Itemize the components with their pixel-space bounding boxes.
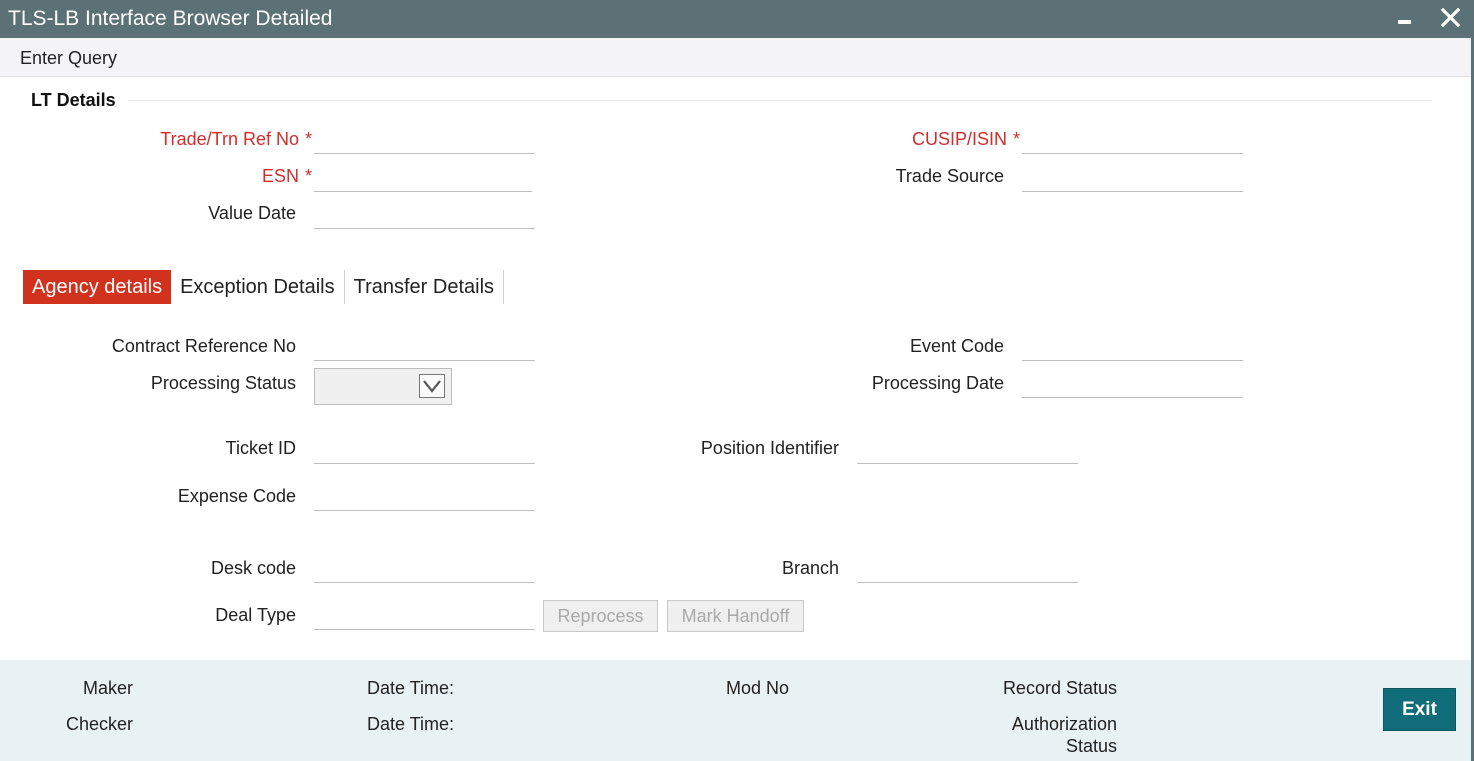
deal-type-input[interactable]	[314, 606, 535, 630]
tab-exception-details[interactable]: Exception Details	[171, 270, 345, 304]
position-identifier-label: Position Identifier	[700, 438, 839, 458]
checker-date-time-label: Date Time:	[367, 714, 455, 734]
desk-code-input[interactable]	[314, 559, 535, 583]
cusip-label: CUSIP/ISIN *	[800, 129, 1020, 150]
window-title: TLS-LB Interface Browser Detailed	[8, 7, 333, 30]
position-identifier-input[interactable]	[857, 440, 1078, 464]
detail-tabs: Agency details Exception Details Transfe…	[23, 270, 505, 304]
trade-source-label: Trade Source	[895, 166, 1004, 186]
tab-transfer-details[interactable]: Transfer Details	[345, 270, 505, 304]
mark-handoff-button[interactable]: Mark Handoff	[667, 600, 804, 632]
ticket-id-input[interactable]	[314, 440, 535, 464]
close-button[interactable]	[1436, 4, 1466, 32]
checker-label: Checker	[65, 714, 133, 734]
exit-button[interactable]: Exit	[1383, 688, 1456, 731]
menu-bar: Enter Query	[0, 38, 1474, 77]
deal-type-label: Deal Type	[215, 605, 296, 625]
required-marker: *	[1012, 129, 1020, 149]
maker-label: Maker	[82, 678, 133, 698]
desk-code-label: Desk code	[210, 558, 296, 578]
value-date-input[interactable]	[314, 205, 535, 229]
enter-query-menu[interactable]: Enter Query	[20, 48, 117, 69]
section-divider	[128, 100, 1432, 101]
esn-input[interactable]	[314, 168, 532, 192]
maker-date-time-label: Date Time:	[367, 678, 455, 698]
required-marker: *	[304, 129, 312, 149]
minimize-button[interactable]	[1390, 4, 1420, 32]
branch-label: Branch	[781, 558, 839, 578]
expense-code-label: Expense Code	[177, 486, 296, 506]
authorization-label: Authorization	[1011, 714, 1117, 734]
contract-ref-label: Contract Reference No	[111, 336, 296, 356]
processing-date-label: Processing Date	[871, 373, 1004, 393]
mod-no-label: Mod No	[725, 678, 789, 698]
cusip-label-text: CUSIP/ISIN	[911, 129, 1007, 149]
esn-label-text: ESN	[261, 166, 299, 186]
event-code-label: Event Code	[909, 336, 1004, 356]
authorization-status-label: Status	[1065, 736, 1117, 756]
processing-status-select[interactable]	[314, 368, 452, 405]
trade-source-input[interactable]	[1022, 168, 1243, 192]
chevron-down-icon	[423, 380, 441, 393]
processing-date-input[interactable]	[1022, 374, 1243, 398]
audit-footer	[0, 660, 1474, 761]
ticket-id-label: Ticket ID	[225, 438, 296, 458]
dropdown-button[interactable]	[419, 374, 445, 398]
value-date-label: Value Date	[208, 203, 296, 223]
close-icon	[1440, 7, 1461, 28]
reprocess-button[interactable]: Reprocess	[543, 600, 658, 632]
trade-ref-input[interactable]	[314, 130, 535, 154]
title-bar: TLS-LB Interface Browser Detailed	[0, 0, 1474, 38]
expense-code-input[interactable]	[314, 487, 535, 511]
esn-label: ESN *	[100, 166, 312, 187]
processing-status-label: Processing Status	[150, 373, 296, 393]
section-title: LT Details	[31, 90, 116, 110]
branch-input[interactable]	[857, 559, 1078, 583]
cusip-input[interactable]	[1022, 130, 1243, 154]
record-status-label: Record Status	[1002, 678, 1117, 698]
event-code-input[interactable]	[1022, 337, 1243, 361]
tab-agency-details[interactable]: Agency details	[23, 270, 172, 304]
contract-ref-input[interactable]	[314, 337, 535, 361]
trade-ref-label: Trade/Trn Ref No *	[100, 129, 312, 150]
minimize-icon	[1398, 20, 1411, 24]
required-marker: *	[304, 166, 312, 186]
trade-ref-label-text: Trade/Trn Ref No	[160, 129, 299, 149]
